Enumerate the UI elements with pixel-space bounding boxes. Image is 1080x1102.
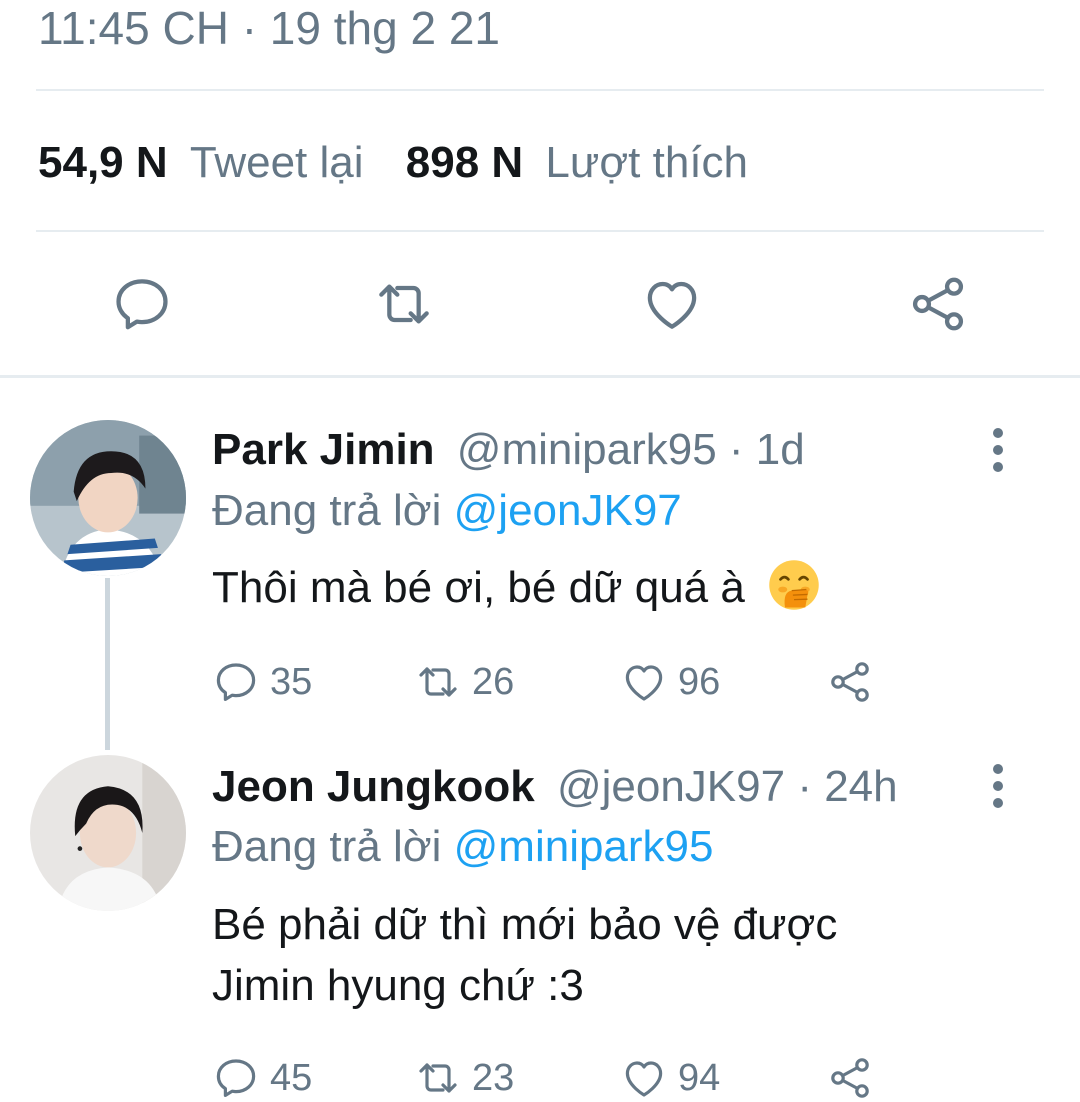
share-button[interactable] (826, 658, 884, 706)
face-with-hand-over-mouth-emoji (769, 560, 819, 610)
reply-count: 45 (270, 1056, 313, 1099)
like-count-button[interactable]: 96 (620, 658, 720, 706)
likes-count[interactable]: 898 N (406, 138, 523, 187)
share-button[interactable] (906, 272, 970, 336)
more-dots-icon (993, 428, 1003, 438)
handle-and-time: @minipark95 · 1d (456, 425, 805, 474)
reply-count-button[interactable]: 35 (212, 658, 312, 706)
reply-icon (216, 663, 256, 701)
reply-text-line-1: Bé phải dữ thì mới bảo vệ được (212, 900, 838, 949)
divider (36, 89, 1044, 91)
share-icon (831, 1058, 869, 1098)
mention-link[interactable]: @jeonJK97 (454, 486, 682, 535)
reply-count: 35 (270, 660, 313, 703)
reply-icon (116, 279, 168, 330)
retweet-count-button[interactable]: 23 (414, 1054, 514, 1102)
handle-and-time: @jeonJK97 · 24h (556, 762, 898, 811)
retweet-icon (419, 667, 457, 697)
share-icon (912, 277, 964, 331)
avatar-jeon-jungkook[interactable] (30, 755, 186, 911)
reply-header: Jeon Jungkook @jeonJK97 · 24h (212, 760, 898, 814)
retweets-count[interactable]: 54,9 N (38, 138, 168, 187)
replying-to: Đang trả lời @jeonJK97 (212, 486, 682, 535)
retweet-icon (379, 284, 429, 324)
tweet-stats: 54,9 N Tweet lại 898 N Lượt thích (38, 136, 748, 190)
like-button[interactable] (640, 272, 704, 336)
like-count: 96 (678, 660, 721, 703)
retweet-count-button[interactable]: 26 (414, 658, 514, 706)
divider (0, 375, 1080, 378)
retweet-button[interactable] (372, 272, 436, 336)
like-icon (625, 665, 663, 701)
retweet-count: 23 (472, 1056, 515, 1099)
reply-text-line-2: Jimin hyung chứ :3 (212, 961, 584, 1010)
reply-count-button[interactable]: 45 (212, 1054, 312, 1102)
reply-text: Thôi mà bé ơi, bé dữ quá à (212, 558, 821, 618)
reply-icon (216, 1059, 256, 1097)
display-name[interactable]: Jeon Jungkook (212, 762, 535, 811)
replying-to: Đang trả lời @minipark95 (212, 822, 714, 871)
more-options-button[interactable] (978, 420, 1018, 480)
retweet-count: 26 (472, 660, 515, 703)
share-button[interactable] (826, 1054, 884, 1102)
avatar-photo (30, 755, 186, 911)
like-count: 94 (678, 1056, 721, 1099)
tweet-timestamp: 11:45 CH · 19 thg 2 21 (38, 2, 500, 54)
divider (36, 230, 1044, 232)
mention-link[interactable]: @minipark95 (454, 822, 714, 871)
more-dots-icon (993, 764, 1003, 774)
like-icon (625, 1061, 663, 1097)
avatar-park-jimin[interactable] (30, 420, 186, 576)
retweets-label[interactable]: Tweet lại (190, 138, 364, 187)
likes-label[interactable]: Lượt thích (545, 138, 748, 187)
retweet-icon (419, 1063, 457, 1093)
reply-button[interactable] (110, 272, 174, 336)
more-options-button[interactable] (978, 756, 1018, 816)
avatar-photo (30, 420, 186, 576)
reply-header: Park Jimin @minipark95 · 1d (212, 423, 805, 477)
like-icon (647, 281, 697, 329)
share-icon (831, 662, 869, 702)
display-name[interactable]: Park Jimin (212, 425, 435, 474)
thread-connector (105, 578, 110, 750)
like-count-button[interactable]: 94 (620, 1054, 720, 1102)
